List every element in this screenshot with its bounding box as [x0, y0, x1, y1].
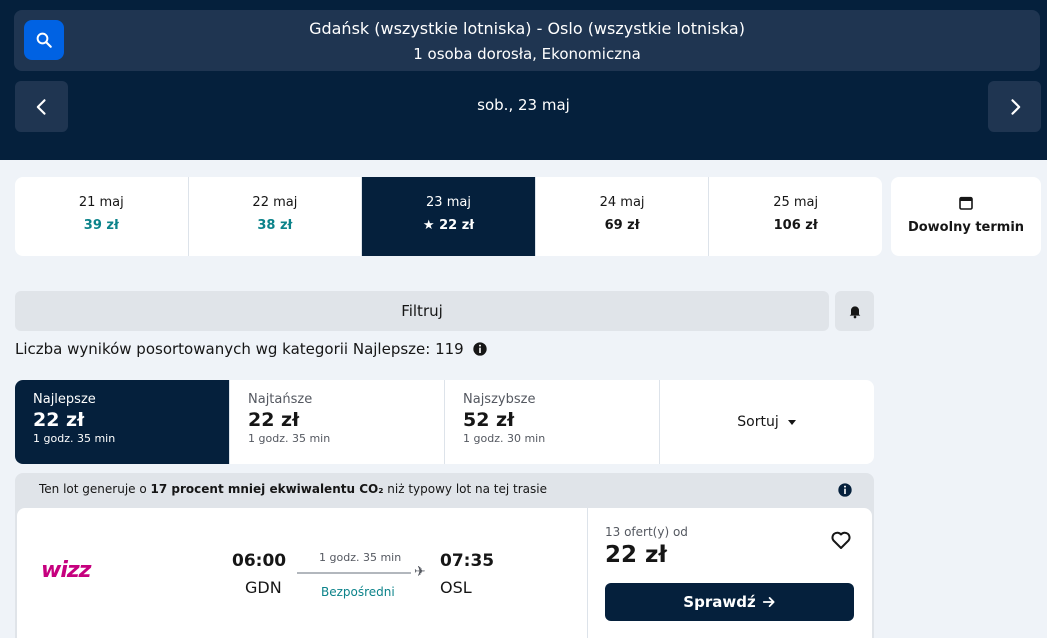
sort-tab-title: Najlepsze [33, 392, 96, 407]
search-summary-bar[interactable]: Gdańsk (wszystkie lotniska) - Oslo (wszy… [14, 10, 1040, 71]
flight-price: 22 zł [605, 542, 667, 568]
date-option-date: 21 maj [78, 195, 124, 210]
sort-tab-price: 22 zł [248, 409, 300, 431]
search-header: Gdańsk (wszystkie lotniska) - Oslo (wszy… [0, 0, 1047, 160]
date-option-date: 22 maj [252, 195, 298, 210]
date-option[interactable]: 21 maj 39 zł [15, 177, 189, 256]
calendar-icon [959, 196, 973, 210]
flight-duration: 1 godz. 35 min [319, 551, 402, 564]
date-option-selected[interactable]: 23 maj ★ 22 zł [362, 177, 536, 256]
eco-text-suffix: niż typowy lot na tej trasie [383, 482, 547, 496]
heart-icon[interactable] [829, 528, 853, 552]
departure-airport: GDN [245, 578, 282, 597]
plane-icon: ✈ [414, 564, 426, 580]
bell-icon [849, 306, 860, 319]
date-option[interactable]: 25 maj 106 zł [709, 177, 882, 256]
date-option[interactable]: 24 maj 69 zł [536, 177, 710, 256]
select-flight-button[interactable]: Sprawdź [605, 583, 854, 621]
date-option-date: 24 maj [599, 195, 645, 210]
eco-text-highlight: 17 procent mniej ekwiwalentu CO₂ [150, 482, 384, 496]
caret-down-icon [787, 420, 796, 425]
sort-dropdown[interactable]: Sortuj [660, 380, 874, 464]
card-divider [587, 508, 588, 638]
sort-tab-title: Najtańsze [248, 392, 313, 407]
sort-tab-price: 52 zł [463, 409, 515, 431]
sort-tab-title: Najszybsze [463, 392, 536, 407]
date-option-price: 38 zł [257, 218, 293, 233]
any-date-label: Dowolny termin [907, 220, 1025, 235]
info-icon[interactable] [837, 482, 853, 498]
chevron-right-icon [1010, 98, 1020, 115]
results-count: Liczba wyników posortowanych wg kategori… [15, 339, 488, 359]
departure-time: 06:00 [232, 551, 287, 571]
sort-tab-best[interactable]: Najlepsze 22 zł 1 godz. 35 min [15, 380, 230, 464]
route-label: Gdańsk (wszystkie lotniska) - Oslo (wszy… [309, 19, 745, 38]
sort-tab-duration: 1 godz. 35 min [33, 432, 116, 445]
date-option-price: 106 zł [773, 218, 818, 233]
date-option-price: 69 zł [604, 218, 640, 233]
sort-tab-cheapest[interactable]: Najtańsze 22 zł 1 godz. 35 min [230, 380, 445, 464]
date-price-strip: 21 maj 39 zł 22 maj 38 zł 23 maj ★ 22 zł… [15, 177, 882, 256]
arrow-right-icon [762, 597, 775, 607]
date-option-date: 25 maj [773, 195, 819, 210]
results-count-text: Liczba wyników posortowanych wg kategori… [15, 340, 464, 358]
eco-text: Ten lot generuje o 17 procent mniej ekwi… [39, 482, 547, 496]
next-day-button[interactable] [988, 81, 1041, 132]
sort-tab-duration: 1 godz. 35 min [248, 432, 331, 445]
passengers-label: 1 osoba dorosła, Ekonomiczna [413, 45, 641, 63]
flight-result-card[interactable]: wizz 06:00 GDN 1 godz. 35 min ✈ Bezpośre… [17, 508, 872, 638]
date-option-price: ★ 22 zł [422, 218, 475, 233]
eco-text-prefix: Ten lot generuje o [39, 482, 151, 496]
sort-tab-price: 22 zł [33, 409, 85, 431]
sort-tab-fastest[interactable]: Najszybsze 52 zł 1 godz. 30 min [445, 380, 660, 464]
select-flight-label: Sprawdź [683, 593, 756, 611]
date-option[interactable]: 22 maj 38 zł [189, 177, 363, 256]
stops-label: Bezpośredni [321, 585, 395, 599]
filter-button[interactable]: Filtruj [15, 291, 829, 331]
route-line [297, 572, 411, 574]
price-alert-button[interactable] [835, 291, 874, 331]
sort-tab-duration: 1 godz. 30 min [463, 432, 546, 445]
date-option-date: 23 maj [426, 195, 471, 210]
date-option-price: 39 zł [83, 218, 119, 233]
info-icon[interactable] [472, 341, 488, 357]
arrival-time: 07:35 [440, 551, 495, 571]
offers-count: 13 ofert(y) od [605, 525, 688, 539]
arrival-airport: OSL [440, 578, 472, 597]
sort-tabs: Najlepsze 22 zł 1 godz. 35 min Najtańsze… [15, 380, 874, 464]
selected-date-label: sob., 23 maj [477, 96, 570, 114]
airline-logo: wizz [41, 558, 91, 583]
sort-dropdown-label: Sortuj [737, 414, 779, 430]
any-date-button[interactable]: Dowolny termin [891, 177, 1041, 256]
